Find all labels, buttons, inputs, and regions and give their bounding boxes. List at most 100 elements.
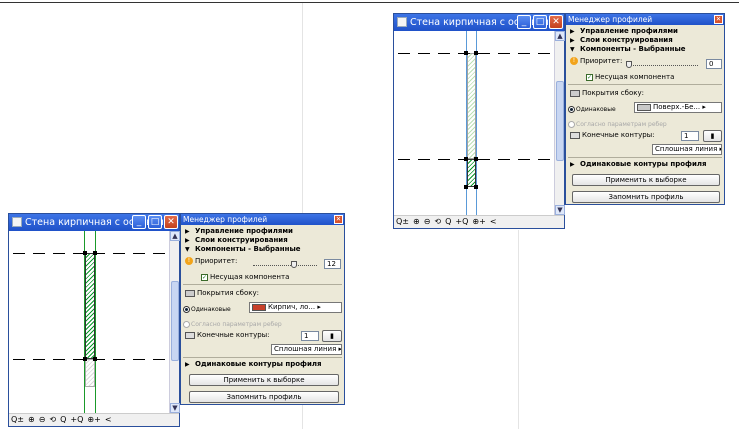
wall-node[interactable] xyxy=(83,251,87,255)
section-components[interactable]: ▼ Компоненты - Выбранные xyxy=(185,245,301,253)
rotate-icon[interactable]: ⟲ xyxy=(49,415,56,424)
zoom-fit-icon[interactable]: Q± xyxy=(396,217,409,226)
panel-title: Менеджер профилей xyxy=(568,15,653,24)
line-type-dropdown[interactable]: Сплошная линия ▸ xyxy=(652,144,722,155)
priority-slider[interactable] xyxy=(626,65,698,66)
navigation-bar: Q± ⊕ ⊖ ⟲ Q +Q ⊕+ < xyxy=(9,413,179,426)
end-contours-input[interactable]: 1 xyxy=(681,131,699,141)
load-bearing-row[interactable]: ✓ Несущая компонента xyxy=(201,273,289,281)
material-swatch xyxy=(252,303,266,311)
material-dropdown[interactable]: Кирпич, ло... ▸ xyxy=(249,302,342,313)
scroll-up-icon[interactable]: ▲ xyxy=(555,31,565,41)
material-swatch xyxy=(637,103,651,111)
zoom-out-icon[interactable]: ⊖ xyxy=(39,415,46,424)
scroll-left-icon[interactable]: < xyxy=(490,217,497,226)
apply-to-selection-button[interactable]: Применить к выборке xyxy=(189,374,339,386)
save-profile-button[interactable]: Запомнить профиль xyxy=(189,391,339,403)
wall-node[interactable] xyxy=(474,185,478,189)
zoom-fit-icon[interactable]: Q± xyxy=(11,415,24,424)
zoom-window-icon[interactable]: Q xyxy=(445,217,451,226)
close-button[interactable]: ✕ xyxy=(164,215,178,229)
zoom-in-icon[interactable]: ⊕ xyxy=(413,217,420,226)
section-manage-profiles[interactable]: ▶ Управление профилями xyxy=(185,227,293,235)
section-layers[interactable]: ▶ Слои конструирования xyxy=(570,36,673,44)
radio-selected-icon[interactable] xyxy=(568,105,575,113)
wall-node[interactable] xyxy=(464,51,468,55)
window-titlebar[interactable]: Стена кирпичная с основани... _ □ ✕ xyxy=(9,214,179,231)
section-layers[interactable]: ▶ Слои конструирования xyxy=(185,236,288,244)
save-profile-button[interactable]: Запомнить профиль xyxy=(572,191,720,203)
zoom-next-icon[interactable]: ⊕+ xyxy=(87,415,100,424)
zoom-prev-icon[interactable]: +Q xyxy=(455,217,468,226)
zoom-out-icon[interactable]: ⊖ xyxy=(424,217,431,226)
load-bearing-row[interactable]: ✓ Несущая компонента xyxy=(586,73,674,81)
apply-to-selection-button[interactable]: Применить к выборке xyxy=(572,174,720,186)
scroll-down-icon[interactable]: ▼ xyxy=(555,205,565,215)
section-manage-profiles[interactable]: ▶ Управление профилями xyxy=(570,27,678,35)
pen-button[interactable]: ▮ xyxy=(703,130,722,142)
priority-row: ! Приоритет: xyxy=(570,57,622,65)
line-type-dropdown[interactable]: Сплошная линия ▸ xyxy=(271,344,342,355)
window-titlebar[interactable]: Стена кирпичная с основани... _ □ ✕ xyxy=(394,14,564,31)
plan-window-left[interactable]: Стена кирпичная с основани... _ □ ✕ ▲ ▼ … xyxy=(8,213,180,427)
close-button[interactable]: ✕ xyxy=(549,15,563,29)
scroll-down-icon[interactable]: ▼ xyxy=(170,403,180,413)
zoom-next-icon[interactable]: ⊕+ xyxy=(472,217,485,226)
checkbox-checked-icon[interactable]: ✓ xyxy=(586,73,593,81)
section-same-contours[interactable]: ▶ Одинаковые контуры профиля xyxy=(185,360,322,368)
maximize-button[interactable]: □ xyxy=(148,215,162,229)
minimize-button[interactable]: _ xyxy=(517,15,531,29)
panel-close-button[interactable]: ✕ xyxy=(714,15,723,24)
priority-input[interactable]: 12 xyxy=(324,259,341,269)
window-icon xyxy=(397,17,407,27)
priority-slider-thumb[interactable] xyxy=(291,261,297,268)
maximize-button[interactable]: □ xyxy=(533,15,547,29)
by-ribs-row: Согласно параметрам ребер xyxy=(568,120,667,128)
radio-selected-icon[interactable] xyxy=(183,305,190,313)
wall-node[interactable] xyxy=(93,251,97,255)
by-ribs-row: Согласно параметрам ребер xyxy=(183,320,282,328)
priority-slider-thumb[interactable] xyxy=(626,61,632,68)
vertical-scrollbar[interactable]: ▲ ▼ xyxy=(169,231,180,413)
drawing-canvas[interactable] xyxy=(9,231,169,413)
zoom-window-icon[interactable]: Q xyxy=(60,415,66,424)
wall-node[interactable] xyxy=(474,157,478,161)
profile-manager-panel-left: Менеджер профилей ✕ ▶ Управление профилями… xyxy=(180,213,345,405)
rotate-icon[interactable]: ⟲ xyxy=(434,217,441,226)
wall-node[interactable] xyxy=(93,357,97,361)
material-dropdown[interactable]: Поверх.-Бе... ▸ xyxy=(634,102,722,113)
scroll-thumb[interactable] xyxy=(556,81,564,161)
drawing-canvas[interactable] xyxy=(394,31,554,215)
priority-slider[interactable] xyxy=(253,265,317,266)
scroll-left-icon[interactable]: < xyxy=(105,415,112,424)
zoom-in-icon[interactable]: ⊕ xyxy=(28,415,35,424)
wall-node[interactable] xyxy=(464,157,468,161)
minimize-button[interactable]: _ xyxy=(132,215,146,229)
section-same-contours[interactable]: ▶ Одинаковые контуры профиля xyxy=(570,160,707,168)
same-radio-row[interactable]: Одинаковые xyxy=(183,305,231,313)
section-components[interactable]: ▼ Компоненты - Выбранные xyxy=(570,45,686,53)
wall-outline xyxy=(95,231,96,413)
scroll-thumb[interactable] xyxy=(171,281,179,361)
priority-row: ! Приоритет: xyxy=(185,257,237,265)
end-contours-input[interactable]: 1 xyxy=(301,331,319,341)
scroll-up-icon[interactable]: ▲ xyxy=(170,231,180,241)
zoom-prev-icon[interactable]: +Q xyxy=(70,415,83,424)
navigation-bar: Q± ⊕ ⊖ ⟲ Q +Q ⊕+ < xyxy=(394,215,564,228)
panel-close-button[interactable]: ✕ xyxy=(334,215,343,224)
priority-input[interactable]: 0 xyxy=(706,59,722,69)
page-guide xyxy=(518,230,519,429)
warning-icon: ! xyxy=(185,257,193,265)
wall-node[interactable] xyxy=(83,357,87,361)
wall-node[interactable] xyxy=(464,185,468,189)
side-coating-row: Покрытия сбоку: xyxy=(185,289,259,297)
checkbox-checked-icon[interactable]: ✓ xyxy=(201,273,208,281)
same-radio-row[interactable]: Одинаковые xyxy=(568,105,616,113)
vertical-scrollbar[interactable]: ▲ ▼ xyxy=(554,31,565,215)
divider xyxy=(183,357,342,358)
pen-button[interactable]: ▮ xyxy=(322,330,342,342)
plan-window-right[interactable]: Стена кирпичная с основани... _ □ ✕ ▲ ▼ … xyxy=(393,13,565,229)
end-contours-row: Конечные контуры: xyxy=(570,131,655,139)
priority-label: Приоритет: xyxy=(195,257,238,265)
wall-node[interactable] xyxy=(474,51,478,55)
